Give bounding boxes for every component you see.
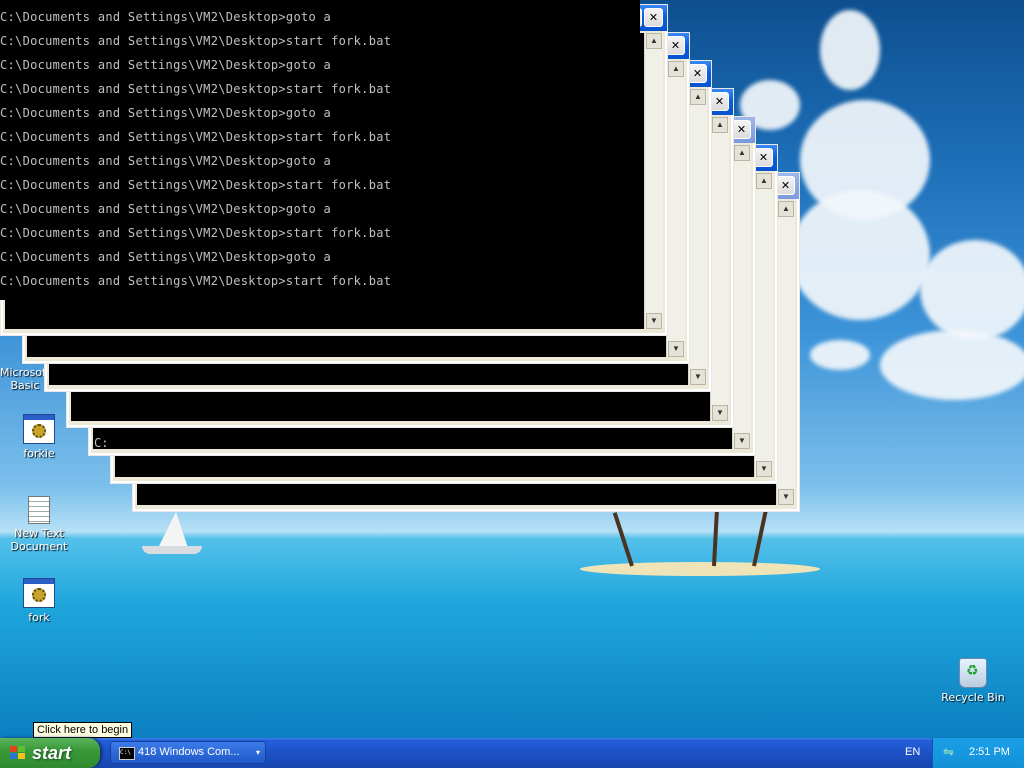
sailboat [158, 512, 188, 548]
close-button[interactable]: ✕ [754, 148, 773, 167]
taskbar: start C:\ 418 Windows Com... ▾ EN ⇋ 2:51… [0, 738, 1024, 768]
cloud [820, 10, 880, 90]
scroll-down-button[interactable]: ▼ [690, 369, 706, 385]
close-button[interactable]: ✕ [644, 8, 663, 27]
desktop-icon-label: Recycle Bin [941, 691, 1005, 704]
recycle-bin-icon: ♻ [959, 658, 987, 688]
palm-tree [612, 512, 634, 567]
batch-file-icon [23, 578, 55, 608]
console-line: C:\Documents and Settings\VM2\Desktop>go… [0, 250, 332, 264]
clock[interactable]: 2:51 PM [969, 746, 1010, 758]
text-document-icon [28, 496, 50, 524]
scrollbar[interactable]: ▲ ▼ [644, 33, 663, 329]
system-tray: ⇋ 2:51 PM [932, 738, 1024, 768]
cloud [920, 240, 1024, 340]
palm-tree [752, 508, 769, 567]
console-line: C:\Documents and Settings\VM2\Desktop>go… [0, 58, 332, 72]
console-line: C:\Documents and Settings\VM2\Desktop>st… [0, 82, 392, 96]
windows-logo-icon [10, 746, 26, 760]
network-icon[interactable]: ⇋ [943, 745, 957, 759]
console-text-fragment: C: [94, 436, 109, 450]
scrollbar[interactable]: ▲ ▼ [754, 173, 773, 477]
scrollbar[interactable]: ▲ ▼ [776, 201, 795, 505]
close-button[interactable]: ✕ [666, 36, 685, 55]
console-line: C:\Documents and Settings\VM2\Desktop>go… [0, 10, 332, 24]
console-line: C:\Documents and Settings\VM2\Desktop>go… [0, 106, 332, 120]
start-button[interactable]: start [0, 738, 100, 768]
desktop-icon-label: Microsoft Basic [0, 366, 51, 392]
scrollbar[interactable]: ▲ ▼ [710, 117, 729, 421]
scroll-down-button[interactable]: ▼ [668, 341, 684, 357]
close-button[interactable]: ✕ [776, 176, 795, 195]
scroll-down-button[interactable]: ▼ [778, 489, 794, 505]
taskbar-group-button[interactable]: C:\ 418 Windows Com... ▾ [110, 741, 266, 764]
scroll-up-button[interactable]: ▲ [690, 89, 706, 105]
chevron-down-icon: ▾ [255, 748, 260, 757]
close-button[interactable]: ✕ [732, 120, 751, 139]
desktop-icon-label: New Text Document [10, 527, 68, 553]
taskbar-button-label: 418 Windows Com... [138, 746, 240, 758]
console-line: C:\Documents and Settings\VM2\Desktop>st… [0, 274, 392, 288]
console-line: C:\Documents and Settings\VM2\Desktop>go… [0, 154, 332, 168]
scroll-down-button[interactable]: ▼ [734, 433, 750, 449]
cloud [880, 330, 1024, 400]
batch-file-icon [23, 414, 55, 444]
desktop-icon-new-text-document[interactable]: New Text Document [4, 496, 74, 553]
cloud [810, 340, 870, 370]
desktop-icon-recycle-bin[interactable]: ♻ Recycle Bin [938, 658, 1008, 704]
command-prompt-icon: C:\ [119, 747, 135, 760]
desktop-icon-forkie[interactable]: forkie [4, 414, 74, 460]
desktop-icon-fork[interactable]: fork [4, 578, 74, 624]
recycle-arrows-icon: ♻ [966, 663, 979, 679]
console-line: C:\Documents and Settings\VM2\Desktop>st… [0, 130, 392, 144]
island [580, 562, 820, 576]
sailboat-hull [142, 546, 202, 554]
scroll-up-button[interactable]: ▲ [646, 33, 662, 49]
language-indicator[interactable]: EN [905, 746, 920, 758]
palm-tree [712, 507, 720, 567]
scroll-up-button[interactable]: ▲ [778, 201, 794, 217]
scrollbar[interactable]: ▲ ▼ [732, 145, 751, 449]
console-output[interactable]: C:\Documents and Settings\VM2\Desktop>go… [0, 0, 640, 300]
scrollbar[interactable]: ▲ ▼ [666, 61, 685, 357]
console-line: C:\Documents and Settings\VM2\Desktop>st… [0, 178, 392, 192]
gear-icon [32, 424, 46, 438]
scroll-down-button[interactable]: ▼ [756, 461, 772, 477]
scroll-up-button[interactable]: ▲ [712, 117, 728, 133]
scrollbar[interactable]: ▲ ▼ [688, 89, 707, 385]
close-button[interactable]: ✕ [688, 64, 707, 83]
desktop-icon-label: forkie [23, 447, 55, 460]
console-line: C:\Documents and Settings\VM2\Desktop>go… [0, 202, 332, 216]
scroll-up-button[interactable]: ▲ [668, 61, 684, 77]
scroll-down-button[interactable]: ▼ [712, 405, 728, 421]
close-button[interactable]: ✕ [710, 92, 729, 111]
console-line: C:\Documents and Settings\VM2\Desktop>st… [0, 226, 392, 240]
scroll-down-button[interactable]: ▼ [646, 313, 662, 329]
gear-icon [32, 588, 46, 602]
start-tooltip: Click here to begin [33, 722, 133, 738]
cloud [790, 190, 930, 320]
scroll-up-button[interactable]: ▲ [734, 145, 750, 161]
desktop-icon-label: fork [28, 611, 50, 624]
start-label: start [32, 743, 72, 763]
scroll-up-button[interactable]: ▲ [756, 173, 772, 189]
console-line: C:\Documents and Settings\VM2\Desktop>st… [0, 34, 392, 48]
